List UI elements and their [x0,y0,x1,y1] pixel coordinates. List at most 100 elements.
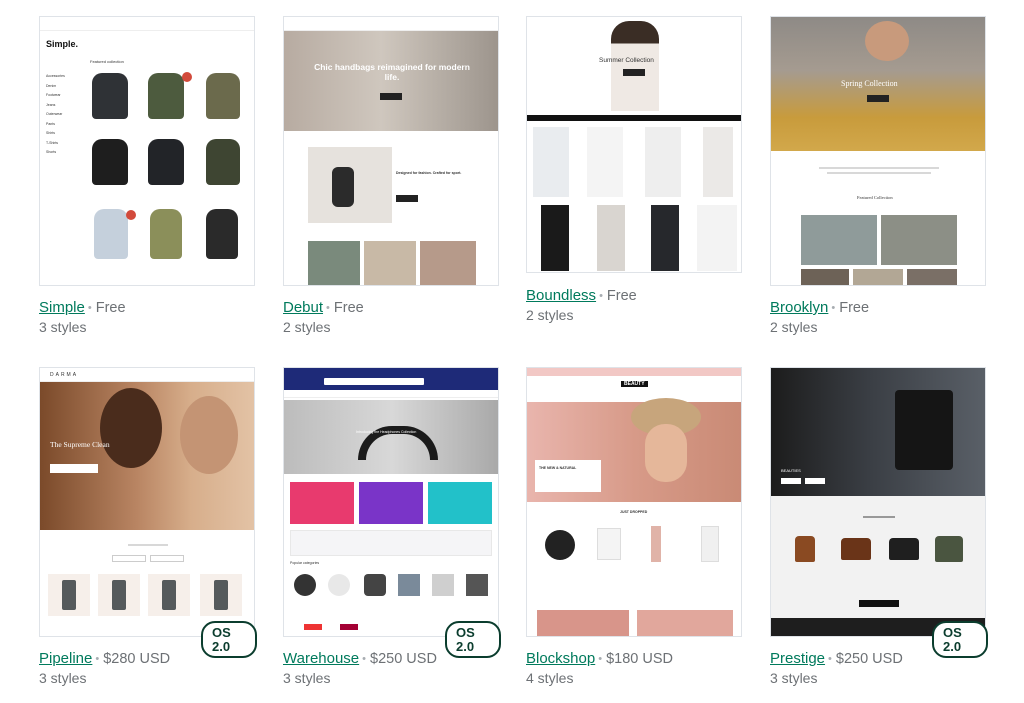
product-image [62,580,76,610]
separator: • [598,653,603,665]
theme-preview-simple[interactable]: Simple. Featured collection Accessories … [39,16,255,286]
hero-text: Summer Collection [599,57,654,64]
preview-search [324,378,424,385]
hero-face [100,388,162,468]
separator: • [95,653,100,665]
promo-tile [428,482,492,524]
product-image [206,73,240,119]
theme-preview-brooklyn[interactable]: Spring Collection Featured Collection [770,16,986,286]
hero-face [645,424,687,482]
category-icon [294,574,316,596]
separator: • [828,653,832,665]
filter-chip [112,555,146,562]
hero-text: THE NEW & NATURAL [539,466,577,470]
theme-styles-count: 3 styles [770,670,818,686]
product-image [645,127,681,197]
theme-link-debut[interactable]: Debut [283,299,323,316]
theme-preview-boundless[interactable]: Summer Collection [526,16,742,273]
section-heading: Popular categories [290,561,320,565]
product-image [651,205,679,271]
gallery-image [420,241,476,285]
preview-menu [284,390,498,398]
hero-card [535,460,601,492]
theme-title-row: Boundless • Free [526,287,637,304]
theme-price: Free [606,288,637,304]
tab-line [863,516,895,518]
separator: • [599,290,603,302]
preview-logo: Simple. [46,39,79,49]
theme-styles-count: 4 styles [526,670,574,686]
theme-preview-prestige[interactable]: BEAUTIES [770,367,986,637]
collection-image [801,215,877,265]
theme-price: $250 USD [370,651,437,667]
hero-text: Introducing the Headphones Collection [356,430,417,434]
sale-badge [182,72,192,82]
hero-image [611,21,659,111]
product-image [92,73,128,119]
promo-tile [359,482,423,524]
product-image [697,205,737,271]
product-image [94,209,128,259]
theme-link-simple[interactable]: Simple [39,299,85,316]
brand-logo [340,624,358,630]
product-image [587,127,623,197]
hero-button [623,69,645,76]
sale-badge [126,210,136,220]
collection-image [801,269,849,285]
collection-image [907,269,957,285]
theme-link-warehouse[interactable]: Warehouse [283,650,359,667]
theme-title-row: Warehouse • $250 USD [283,650,437,667]
promo-tile [290,482,354,524]
theme-link-prestige[interactable]: Prestige [770,650,825,667]
product-image [148,139,184,185]
theme-styles-count: 2 styles [283,319,331,335]
theme-title-row: Prestige • $250 USD [770,650,903,667]
gallery-image [308,241,360,285]
category-bar [527,115,741,121]
product-image [935,536,963,562]
preview-nav [40,17,254,31]
product-image [533,127,569,197]
theme-price: Free [95,300,126,316]
hero-button [50,464,98,473]
feature-button [396,195,418,202]
hero-text: BEAUTIES [781,468,801,473]
separator: • [831,302,836,314]
collection-image [881,215,957,265]
product-image [701,526,719,562]
separator: • [362,653,367,665]
hero-text: The Supreme Clean [50,440,110,449]
announcement-bar [527,368,741,376]
text-line [827,172,931,174]
theme-link-blockshop[interactable]: Blockshop [526,650,595,667]
category-icon [466,574,488,596]
product-image [889,538,919,560]
hero-bag [895,390,953,470]
theme-preview-debut[interactable]: Chic handbags reimagined for modern life… [283,16,499,286]
theme-link-pipeline[interactable]: Pipeline [39,650,92,667]
theme-preview-warehouse[interactable]: Introducing the Headphones Collection Po… [283,367,499,637]
hero-button [805,478,825,484]
theme-price: $280 USD [103,651,171,667]
separator: • [326,302,330,314]
theme-preview-pipeline[interactable]: DARMA The Supreme Clean [39,367,255,637]
category-icon [398,574,420,596]
preview-logo: DARMA [50,372,79,378]
theme-link-boundless[interactable]: Boundless [526,287,596,304]
theme-link-brooklyn[interactable]: Brooklyn [770,299,828,316]
theme-title-row: Pipeline • $280 USD [39,650,170,667]
separator: • [87,302,92,314]
hero-image [771,368,985,496]
product-image [795,536,815,562]
product-image [841,538,871,560]
theme-title-row: Simple • Free [39,299,126,316]
theme-preview-blockshop[interactable]: BEAUTY THE NEW & NATURAL JUST DROPPED [526,367,742,637]
product-image [92,139,128,185]
product-image [597,528,621,560]
hero-text: Chic handbags reimagined for modern life… [314,62,470,82]
theme-styles-count: 3 styles [39,670,87,686]
brand-logo [304,624,322,630]
hero-face [180,396,238,474]
preview-logo: BEAUTY [621,381,648,387]
backpack-image [332,167,354,207]
